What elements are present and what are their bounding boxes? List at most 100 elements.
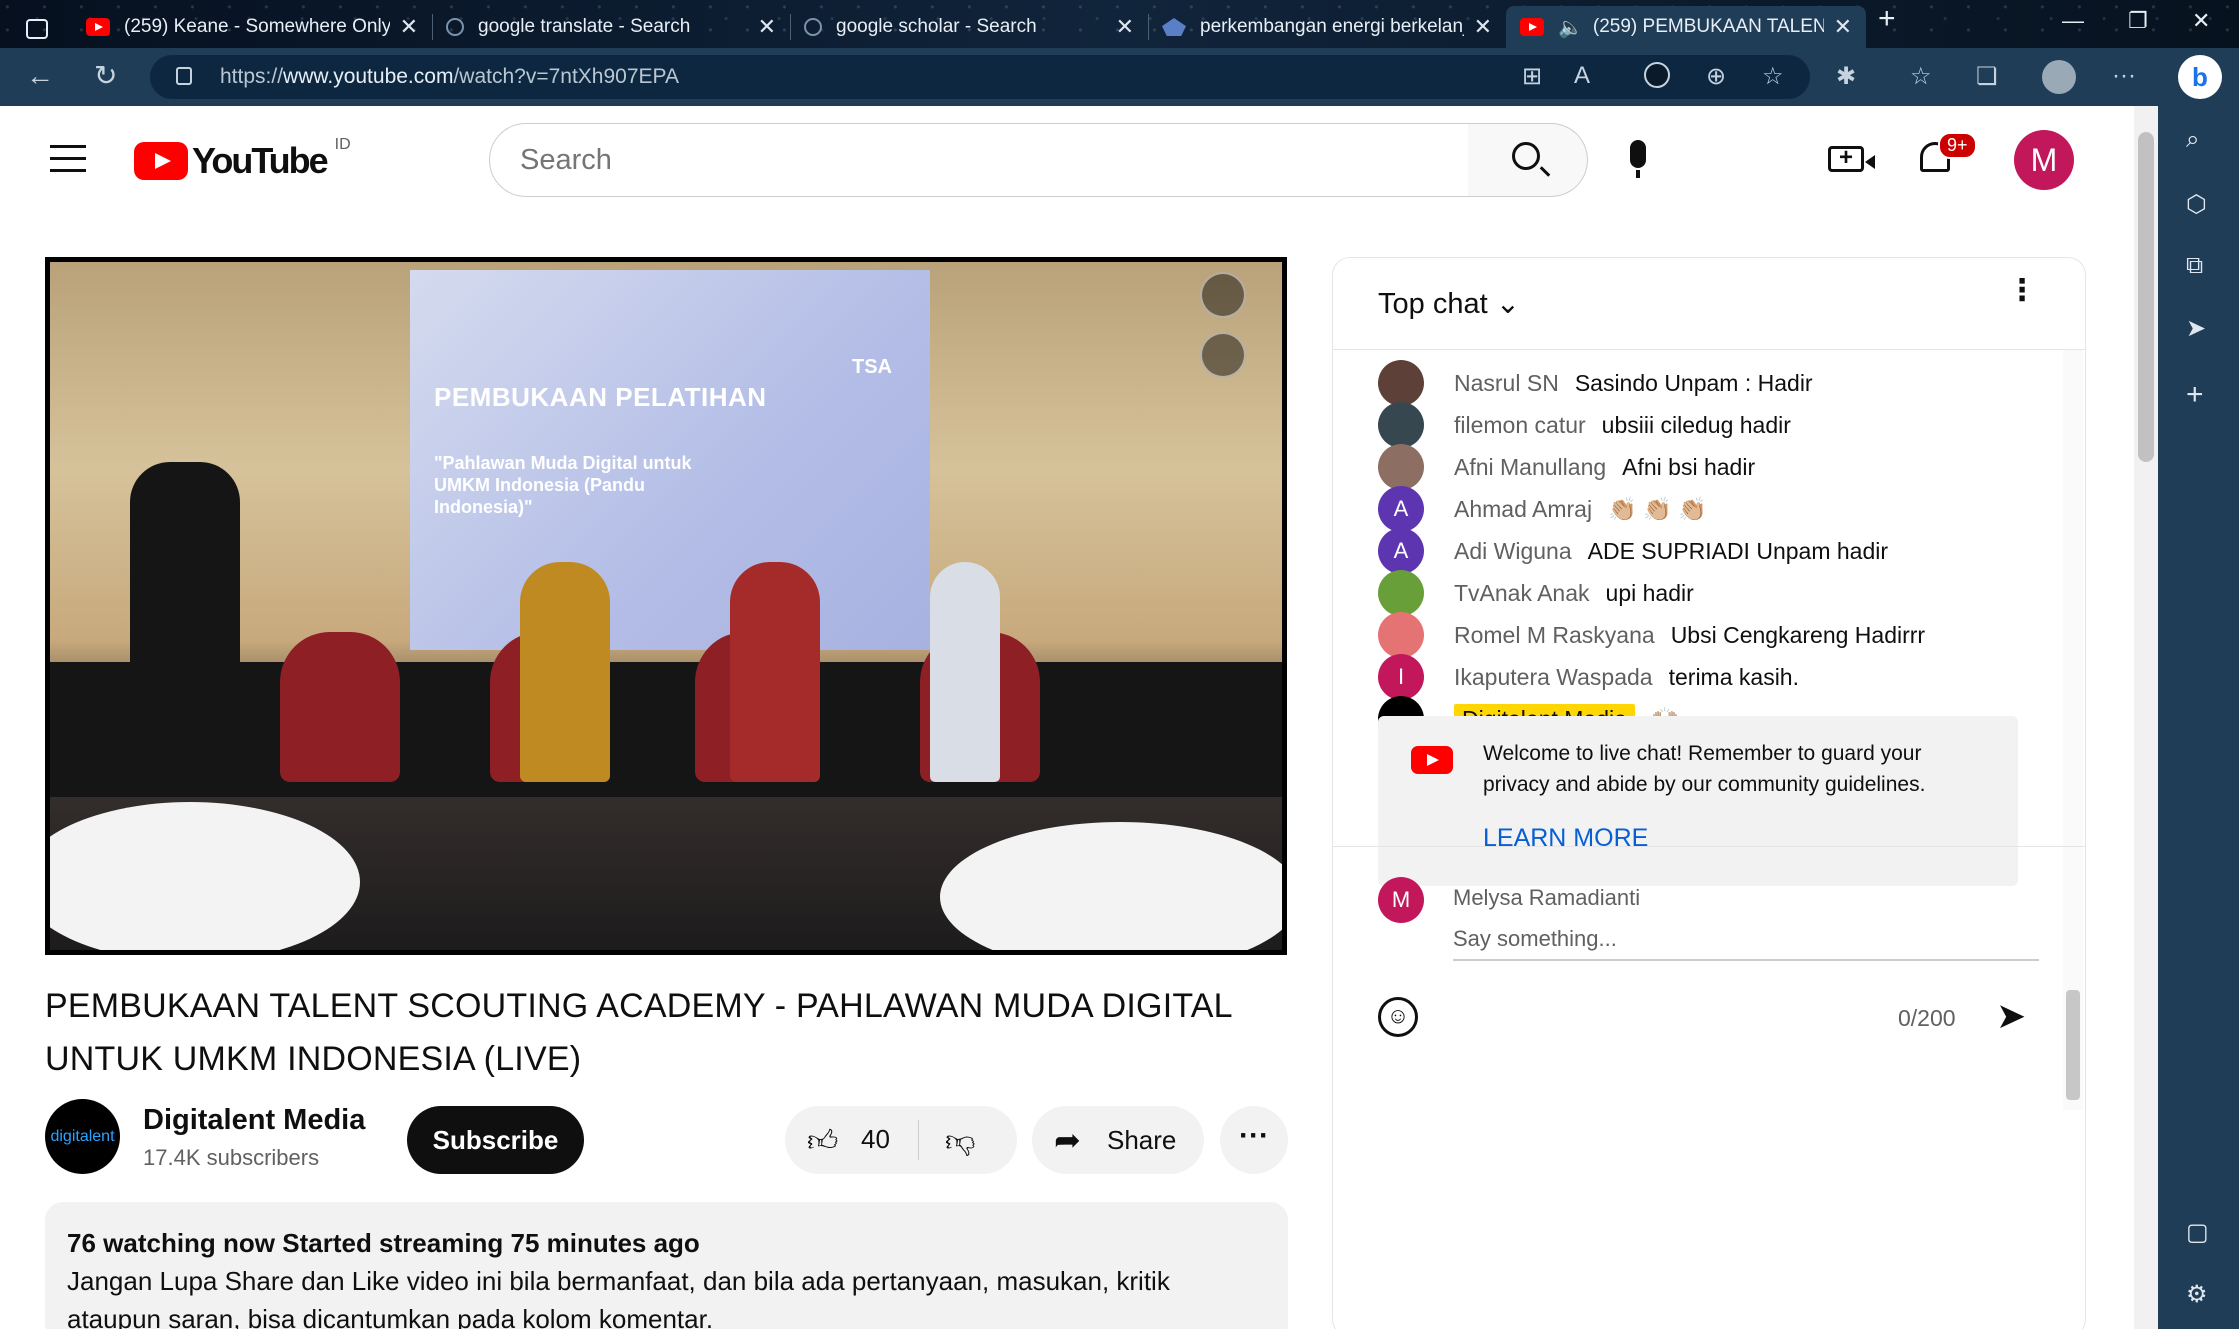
video-title: PEMBUKAAN TALENT SCOUTING ACADEMY - PAHL… xyxy=(45,987,1232,1078)
chat-author: Nasrul SN xyxy=(1454,369,1559,396)
channel-name[interactable]: Digitalent Media xyxy=(143,1104,365,1137)
microphone-icon[interactable] xyxy=(1630,140,1646,178)
panelist-person xyxy=(730,562,820,782)
tab-3[interactable]: google scholar - Search ✕ xyxy=(790,6,1148,48)
page-scrollbar[interactable] xyxy=(2134,106,2158,1329)
more-actions-button[interactable]: ··· xyxy=(1220,1106,1288,1174)
welcome-text: Welcome to live chat! Remember to guard … xyxy=(1483,742,1926,796)
new-tab-button[interactable]: + xyxy=(1878,2,1896,36)
back-icon[interactable]: ← xyxy=(26,60,54,92)
tab-5-active[interactable]: 🔈 (259) PEMBUKAAN TALENT SCOUTING ✕ xyxy=(1506,6,1866,48)
bing-copilot-icon[interactable]: b xyxy=(2178,55,2222,99)
youtube-icon xyxy=(1520,18,1544,36)
chat-text: ubsiii ciledug hadir xyxy=(1601,411,1791,438)
chat-text: upi hadir xyxy=(1605,579,1694,606)
create-video-icon[interactable]: + xyxy=(1828,146,1875,172)
read-aloud-icon[interactable]: A xyxy=(1574,62,1590,90)
add-favorite-icon[interactable]: ☆ xyxy=(1762,62,1784,91)
chat-header: Top chat ⌄ ⋮ xyxy=(1333,258,2085,350)
channel-avatar[interactable]: digitalent xyxy=(45,1099,120,1174)
account-switch-icon[interactable] xyxy=(1200,332,1246,378)
chat-text: Ubsi Cengkareng Hadirrr xyxy=(1670,621,1926,648)
restore-icon[interactable]: ❐ xyxy=(2128,8,2148,34)
settings-more-icon[interactable]: ··· xyxy=(2112,62,2136,90)
speaker-person xyxy=(130,462,240,792)
tools-icon[interactable]: ⧉ xyxy=(2186,252,2203,280)
scholar-icon xyxy=(1162,18,1186,36)
chair xyxy=(280,632,400,782)
search-button[interactable] xyxy=(1468,123,1588,197)
video-frame: TSA PEMBUKAAN PELATIHAN "Pahlawan Muda D… xyxy=(50,262,1282,950)
tab-4[interactable]: perkembangan energi berkelanjutan ✕ xyxy=(1148,6,1506,48)
minimize-icon[interactable]: — xyxy=(2062,8,2084,34)
account-avatar[interactable]: M xyxy=(2014,130,2074,190)
panelist-person xyxy=(930,562,1000,782)
chat-menu-icon[interactable]: ⋮ xyxy=(2007,276,2037,306)
char-counter: 0/200 xyxy=(1898,1005,1956,1031)
close-window-icon[interactable]: ✕ xyxy=(2192,8,2210,34)
like-count[interactable]: 40 xyxy=(861,1124,890,1155)
refresh-icon[interactable]: ↻ xyxy=(94,60,117,92)
live-chat-panel: Top chat ⌄ ⋮ Nasrul SN Sasindo Unpam : H… xyxy=(1332,257,2086,1329)
search-favicon-icon xyxy=(446,18,464,36)
send-icon[interactable]: ➤ xyxy=(2186,314,2206,343)
browser-tab-strip: (259) Keane - Somewhere Only We Know ✕ g… xyxy=(0,0,2239,48)
chat-author: TvAnak Anak xyxy=(1454,579,1590,606)
description-box[interactable]: 76 watching now Started streaming 75 min… xyxy=(45,1202,1288,1329)
apps-icon[interactable]: ⊞ xyxy=(1522,62,1542,91)
close-tab-icon[interactable]: ✕ xyxy=(1834,14,1852,40)
send-icon[interactable]: ➤ xyxy=(1996,995,2026,1037)
my-name: Melysa Ramadianti xyxy=(1453,885,1641,910)
chat-text: Sasindo Unpam : Hadir xyxy=(1574,369,1813,396)
add-sidebar-icon[interactable]: + xyxy=(2186,378,2204,412)
url-field[interactable]: https://www.youtube.com/watch?v=7ntXh907… xyxy=(150,55,1810,99)
search-favicon-icon xyxy=(804,18,822,36)
speaker-icon[interactable]: 🔈 xyxy=(1558,15,1583,40)
chat-author: Romel M Raskyana xyxy=(1454,621,1655,648)
gear-icon[interactable]: ⚙ xyxy=(2186,1280,2208,1309)
zoom-icon[interactable]: ⊕ xyxy=(1706,62,1726,91)
youtube-play-icon xyxy=(134,142,188,180)
thumbs-up-icon[interactable]: 👍︎ xyxy=(807,1124,838,1160)
round-table xyxy=(940,822,1282,950)
chat-text: terima kasih. xyxy=(1668,663,1799,690)
round-table xyxy=(50,802,360,950)
chat-text: Afni bsi hadir xyxy=(1622,453,1756,480)
emoji-picker-icon[interactable]: ☺ xyxy=(1378,997,1418,1037)
scroll-thumb[interactable] xyxy=(2138,132,2154,462)
sidebar-toggle-icon[interactable]: ▢ xyxy=(2186,1218,2209,1247)
close-tab-icon[interactable]: ✕ xyxy=(1116,14,1134,40)
chat-message-input[interactable]: Say something... xyxy=(1453,917,2039,961)
extension-icon[interactable] xyxy=(1644,62,1670,88)
favorites-icon[interactable]: ☆ xyxy=(1910,62,1932,91)
lock-icon xyxy=(176,67,192,85)
add-to-queue-icon[interactable] xyxy=(1200,272,1246,318)
extensions-icon[interactable]: ✱ xyxy=(1836,62,1856,91)
shopping-icon[interactable]: ⬡ xyxy=(2186,190,2207,219)
video-player[interactable]: TSA PEMBUKAAN PELATIHAN "Pahlawan Muda D… xyxy=(45,257,1287,955)
share-button[interactable]: ➦ Share xyxy=(1032,1106,1204,1174)
profile-avatar[interactable] xyxy=(2042,60,2076,94)
tab-2[interactable]: google translate - Search ✕ xyxy=(432,6,790,48)
youtube-logo[interactable]: YouTube ID xyxy=(134,136,351,182)
search-input[interactable]: Search xyxy=(489,123,1469,197)
chevron-down-icon: ⌄ xyxy=(1495,288,1521,320)
chat-author: Afni Manullang xyxy=(1454,453,1607,480)
search-icon xyxy=(1512,142,1540,170)
tab-actions-icon[interactable] xyxy=(18,8,58,50)
tab-1[interactable]: (259) Keane - Somewhere Only We Know ✕ xyxy=(72,6,432,48)
address-toolbar: ← ↻ https://www.youtube.com/watch?v=7ntX… xyxy=(0,48,2239,106)
chat-author: Ikaputera Waspada xyxy=(1454,663,1653,690)
close-tab-icon[interactable]: ✕ xyxy=(1474,14,1492,40)
notification-badge: 9+ xyxy=(1938,132,1977,159)
top-chat-dropdown[interactable]: Top chat ⌄ xyxy=(1378,286,1520,321)
collections-icon[interactable]: ❏ xyxy=(1976,62,1998,91)
chat-author: filemon catur xyxy=(1454,411,1586,438)
projection-screen: TSA PEMBUKAAN PELATIHAN "Pahlawan Muda D… xyxy=(410,270,930,650)
search-icon[interactable]: ⌕ xyxy=(2186,126,2199,154)
close-tab-icon[interactable]: ✕ xyxy=(758,14,776,40)
close-tab-icon[interactable]: ✕ xyxy=(400,14,418,40)
thumbs-down-icon[interactable]: 👎︎ xyxy=(945,1124,975,1160)
menu-icon[interactable] xyxy=(50,145,86,181)
subscribe-button[interactable]: Subscribe xyxy=(407,1106,584,1174)
